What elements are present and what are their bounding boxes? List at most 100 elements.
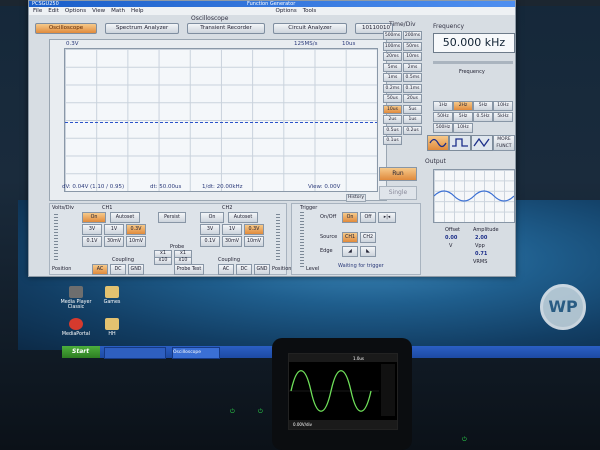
tab-transient-recorder[interactable]: Transient Recorder [187,23,265,34]
ch2-dc-button[interactable]: DC [236,264,252,275]
time-div-button[interactable]: 0.1us [383,136,402,145]
probe-button[interactable]: x10 [154,257,172,265]
desktop-icon-games[interactable]: Games [94,286,130,305]
square-wave-button[interactable] [449,135,471,151]
time-div-button[interactable]: 10ms [403,52,422,61]
time-div-button[interactable]: 2us [383,115,402,124]
history-button[interactable]: History [346,194,366,202]
time-div-button[interactable]: 20ms [383,52,402,61]
ch1-button[interactable]: 0.1V [82,236,102,247]
trigger-mode-button[interactable]: ▸|◂ [378,212,396,223]
fg-range-button[interactable]: 10Hz [493,101,513,111]
ch1-gnd-button[interactable]: GND [128,264,144,275]
desktop-icon-media-player[interactable]: Media Player Classic [58,286,94,310]
start-button[interactable]: Start [62,346,100,358]
fg-range-button[interactable]: 10Hz [453,123,473,133]
ch1-position-label: Position [52,266,72,272]
time-div-button[interactable]: 0.5us [383,125,402,135]
ch2-button[interactable]: On [200,212,224,223]
falling-edge-button[interactable]: ◣ [360,246,376,257]
fg-range-button[interactable]: 5Hz [453,112,473,122]
fg-range-button[interactable]: 5Hz [473,101,493,111]
fg-menu-options[interactable]: Options [275,8,296,14]
menu-options[interactable]: Options [65,8,86,14]
time-div-button[interactable]: 0.5ms [403,73,422,82]
time-div-button[interactable]: 1us [403,115,422,124]
rising-edge-button[interactable]: ◢ [342,246,358,257]
fg-range-button[interactable]: 500Hz [433,123,453,133]
tab-circuit-analyzer[interactable]: Circuit Analyzer [273,23,347,34]
time-div-button[interactable]: 5ms [383,62,402,72]
ch1-button[interactable]: 0.3V [126,224,146,235]
time-div-button[interactable]: 2ms [403,62,422,72]
probe-test-button[interactable]: Probe Test [174,264,204,275]
frequency-display[interactable]: 50.000 kHz [433,33,515,53]
ch1-dc-button[interactable]: DC [110,264,126,275]
taskbar-item[interactable] [104,347,166,359]
time-div-button[interactable]: 0.2ms [383,83,402,93]
time-div-button[interactable]: 20us [403,94,422,103]
run-button[interactable]: Run [379,167,417,181]
ch2-button[interactable]: 1V [222,224,242,235]
time-div-button[interactable]: 100ms [383,41,402,51]
trigger-level-slider[interactable] [300,212,304,268]
desktop-icon-mediaportal[interactable]: MediaPortal [58,318,94,337]
fg-range-button[interactable]: 50Hz [433,112,453,122]
desktop-icon-hh[interactable]: HH [94,318,130,337]
position-slider[interactable] [276,214,280,262]
trigger-on-button[interactable]: On [342,212,358,223]
ch1-button[interactable]: On [82,212,106,223]
triangle-wave-button[interactable] [471,135,493,151]
probe-button[interactable]: x10 [174,257,192,265]
ch1-button[interactable]: 1V [104,224,124,235]
time-div-button[interactable]: 50ms [403,41,422,51]
time-div-button[interactable]: 5us [403,104,422,114]
menu-view[interactable]: View [92,8,105,14]
tab-spectrum-analyzer[interactable]: Spectrum Analyzer [105,23,179,34]
time-div-button[interactable]: 200ms [403,31,422,40]
fg-menu-tools[interactable]: Tools [303,8,317,14]
scope-screen[interactable] [64,48,378,192]
ch1-button[interactable]: 3V [82,224,102,235]
menu-math[interactable]: Math [111,8,125,14]
amplitude-value[interactable]: 2.00 [475,235,487,241]
ch2-button[interactable]: 3V [200,224,220,235]
ch2-button[interactable]: 30mV [222,236,242,247]
time-div-button[interactable]: 0.2us [403,125,422,135]
taskbar-item-oscilloscope[interactable]: Oscilloscope [172,347,220,359]
fg-range-button[interactable]: 0.5Hz [473,112,493,122]
time-div-button[interactable]: 500ms [383,31,402,40]
ch2-gnd-button[interactable]: GND [254,264,270,275]
position-slider[interactable] [54,214,58,262]
single-button[interactable]: Single [379,186,417,200]
time-div-button[interactable]: 0.1ms [403,83,422,93]
fg-range-button[interactable]: 2Hz [453,101,473,111]
ch1-ac-button[interactable]: AC [92,264,108,275]
ch2-button[interactable]: Persist [158,212,186,223]
tab-oscilloscope[interactable]: Oscilloscope [35,23,97,34]
ch2-ac-button[interactable]: AC [218,264,234,275]
ch2-button[interactable]: Autoset [228,212,258,223]
offset-value[interactable]: 0.00 [445,235,457,241]
ch2-button[interactable]: 10mV [244,236,264,247]
sine-wave-button[interactable] [427,135,449,151]
ch1-button[interactable]: 10mV [126,236,146,247]
ch2-button[interactable]: 0.1V [200,236,220,247]
time-div-button[interactable]: 50us [383,94,402,103]
ch2-button[interactable]: 0.3V [244,224,264,235]
menu-help[interactable]: Help [131,8,144,14]
fg-range-button[interactable]: 5kHz [493,112,513,122]
menu-edit[interactable]: Edit [48,8,59,14]
trigger-off-button[interactable]: Off [360,212,376,223]
trigger-onoff-label: On/Off [320,214,337,220]
ch1-button[interactable]: Autoset [110,212,140,223]
source-ch1-button[interactable]: CH1 [342,232,358,243]
ch1-button[interactable]: 30mV [104,236,124,247]
fg-range-button[interactable]: 1Hz [433,101,453,111]
source-ch2-button[interactable]: CH2 [360,232,376,243]
time-div-button[interactable]: 1ms [383,73,402,82]
frequency-slider[interactable] [433,61,513,64]
menu-file[interactable]: File [33,8,42,14]
time-div-button[interactable]: 10us [383,104,402,114]
more-functions-button[interactable]: MORE FUNCT [493,135,515,151]
